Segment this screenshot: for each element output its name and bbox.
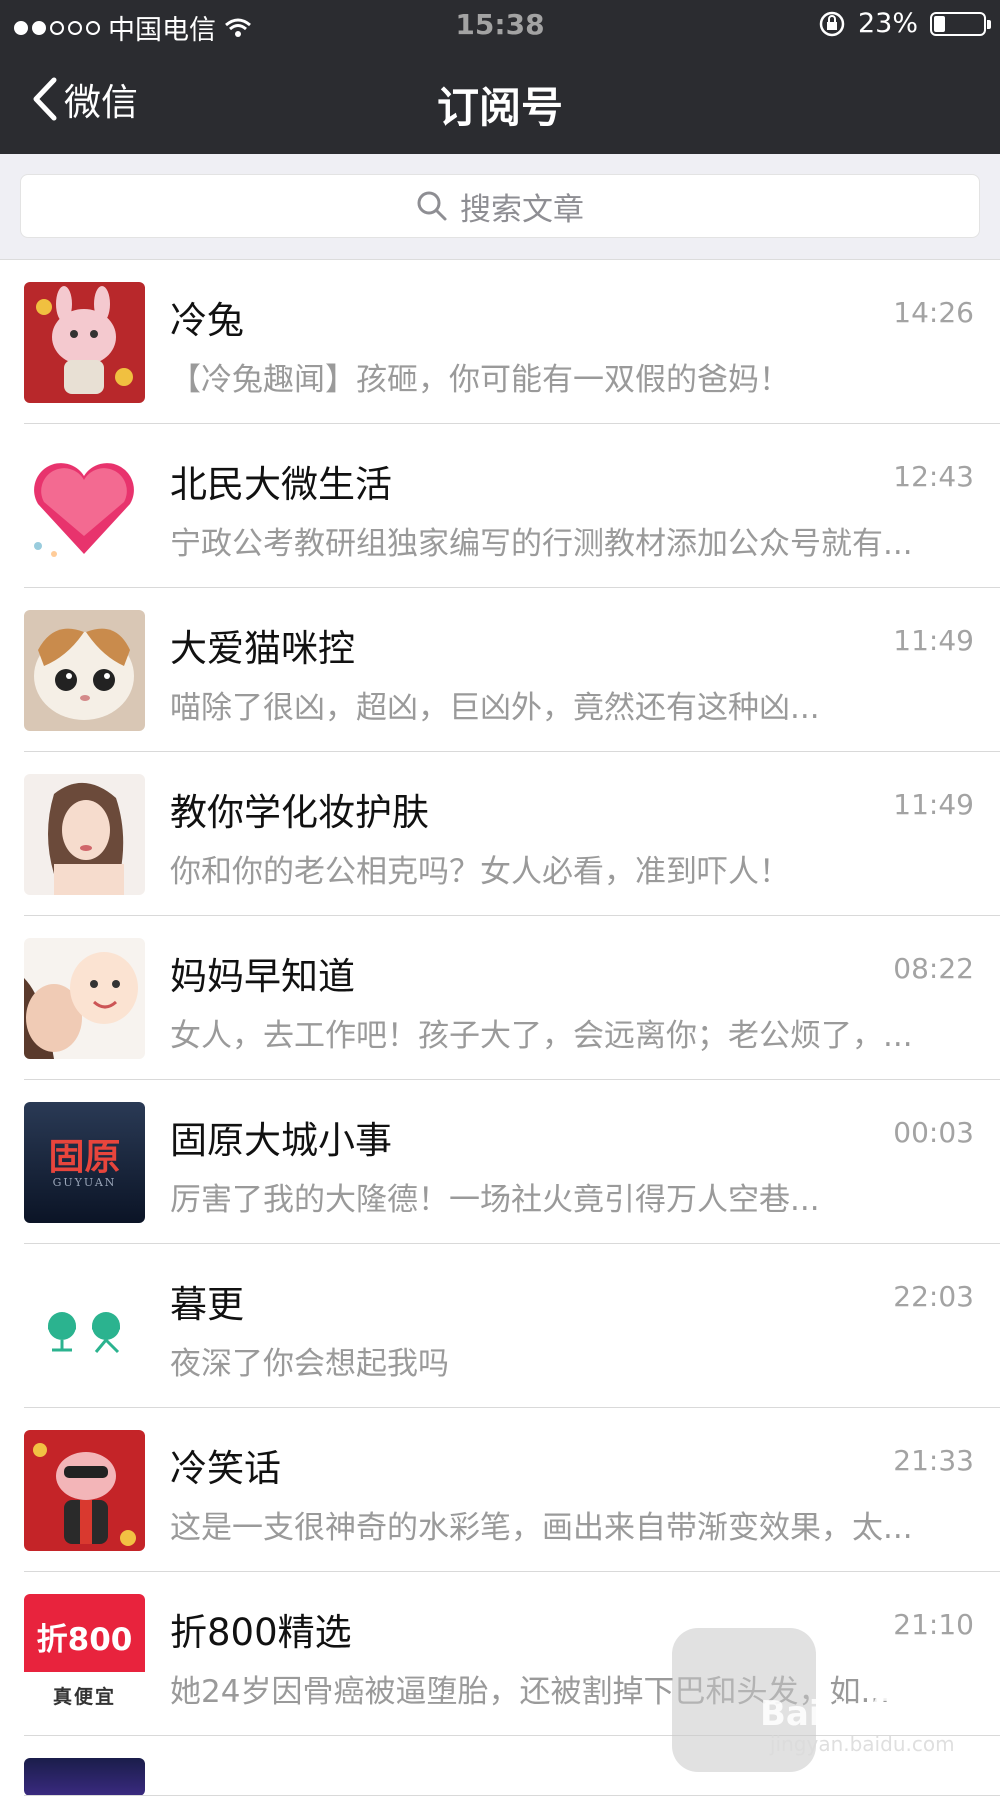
orientation-lock-icon xyxy=(819,11,845,36)
avatar-zhe800: 折800 真便宜 xyxy=(24,1594,145,1715)
item-time: 12:43 xyxy=(893,460,974,493)
zhe800-logo-text: 折800 xyxy=(36,1622,133,1658)
top-bar: 中国电信 15:38 23% 微信 订阅号 xyxy=(0,0,1000,154)
avatar-mother-baby xyxy=(24,938,145,1059)
avatar-guyuan: 固原 GUYUAN xyxy=(24,1102,145,1223)
item-time: 00:03 xyxy=(893,1116,974,1149)
item-time: 08:22 xyxy=(893,952,974,985)
list-item[interactable]: 暮更 22:03 夜深了你会想起我吗 xyxy=(0,1244,1000,1408)
baidu-watermark-text: Baidu经验 xyxy=(760,1694,938,1734)
list-item[interactable]: 大爱猫咪控 11:49 喵除了很凶，超凶，巨凶外，竟然还有这种凶... xyxy=(0,588,1000,752)
item-preview: 宁政公考教研组独家编写的行测教材添加公众号就有... xyxy=(170,526,913,562)
item-name: 大爱猫咪控 xyxy=(170,627,355,670)
item-name: 冷笑话 xyxy=(170,1447,281,1490)
baidu-watermark-url: jingyan.baidu.com xyxy=(770,1732,955,1756)
item-preview: 夜深了你会想起我吗 xyxy=(170,1346,449,1382)
list-item[interactable]: 北民大微生活 12:43 宁政公考教研组独家编写的行测教材添加公众号就有... xyxy=(0,424,1000,588)
item-name: 教你学化妆护肤 xyxy=(170,791,429,834)
item-name: 固原大城小事 xyxy=(170,1119,392,1162)
item-name: 妈妈早知道 xyxy=(170,955,355,998)
item-name: 冷兔 xyxy=(170,299,244,342)
item-preview: 这是一支很神奇的水彩笔，画出来自带渐变效果，太... xyxy=(170,1510,913,1546)
avatar-next xyxy=(24,1758,145,1796)
list-item[interactable]: 教你学化妆护肤 11:49 你和你的老公相克吗？女人必看，准到吓人！ xyxy=(0,752,1000,916)
item-time: 11:49 xyxy=(893,788,974,821)
item-time: 21:10 xyxy=(893,1608,974,1641)
item-preview: 你和你的老公相克吗？女人必看，准到吓人！ xyxy=(170,854,790,890)
item-preview: 厉害了我的大隆德！一场社火竟引得万人空巷... xyxy=(170,1182,820,1218)
avatar-woman xyxy=(24,774,145,895)
item-preview: 喵除了很凶，超凶，巨凶外，竟然还有这种凶... xyxy=(170,690,820,726)
guyuan-logo-text: 固原 xyxy=(48,1136,121,1178)
page-title: 订阅号 xyxy=(436,83,563,132)
item-name: 北民大微生活 xyxy=(170,463,392,506)
avatar-mugeng xyxy=(24,1266,145,1387)
avatar-lengxiaohua xyxy=(24,1430,145,1551)
search-icon xyxy=(417,191,447,221)
avatar-heart xyxy=(24,446,145,567)
zhe800-logo-subtext: 真便宜 xyxy=(52,1686,116,1708)
list-item[interactable]: 冷笑话 21:33 这是一支很神奇的水彩笔，画出来自带渐变效果，太... xyxy=(0,1408,1000,1572)
item-time: 11:49 xyxy=(893,624,974,657)
search-area: 搜索文章 xyxy=(0,154,1000,260)
item-preview: 【冷兔趣闻】孩砸，你可能有一双假的爸妈！ xyxy=(170,362,790,398)
avatar-lengtu xyxy=(24,282,145,403)
list-item[interactable]: 冷兔 14:26 【冷兔趣闻】孩砸，你可能有一双假的爸妈！ xyxy=(0,260,1000,424)
item-time: 22:03 xyxy=(893,1280,974,1313)
status-bar: 中国电信 15:38 23% xyxy=(0,0,1000,50)
item-time: 21:33 xyxy=(893,1444,974,1477)
list-item[interactable]: 妈妈早知道 08:22 女人，去工作吧！孩子大了，会远离你；老公烦了，... xyxy=(0,916,1000,1080)
battery-icon xyxy=(930,11,991,36)
avatar-cat xyxy=(24,610,145,731)
list-item[interactable]: 固原 GUYUAN 固原大城小事 00:03 厉害了我的大隆德！一场社火竟引得万… xyxy=(0,1080,1000,1244)
guyuan-logo-subtext: GUYUAN xyxy=(52,1176,117,1189)
navigation-bar: 微信 订阅号 xyxy=(0,50,1000,154)
battery-percent: 23% xyxy=(857,8,918,39)
item-time: 14:26 xyxy=(893,296,974,329)
item-name: 暮更 xyxy=(170,1283,244,1326)
item-preview: 女人，去工作吧！孩子大了，会远离你；老公烦了，... xyxy=(170,1018,913,1054)
subscription-list: 冷兔 14:26 【冷兔趣闻】孩砸，你可能有一双假的爸妈！ 北民大微生活 12:… xyxy=(0,260,1000,1796)
search-input[interactable]: 搜索文章 xyxy=(20,174,980,238)
item-name: 折800精选 xyxy=(170,1611,352,1654)
search-placeholder: 搜索文章 xyxy=(460,191,584,228)
